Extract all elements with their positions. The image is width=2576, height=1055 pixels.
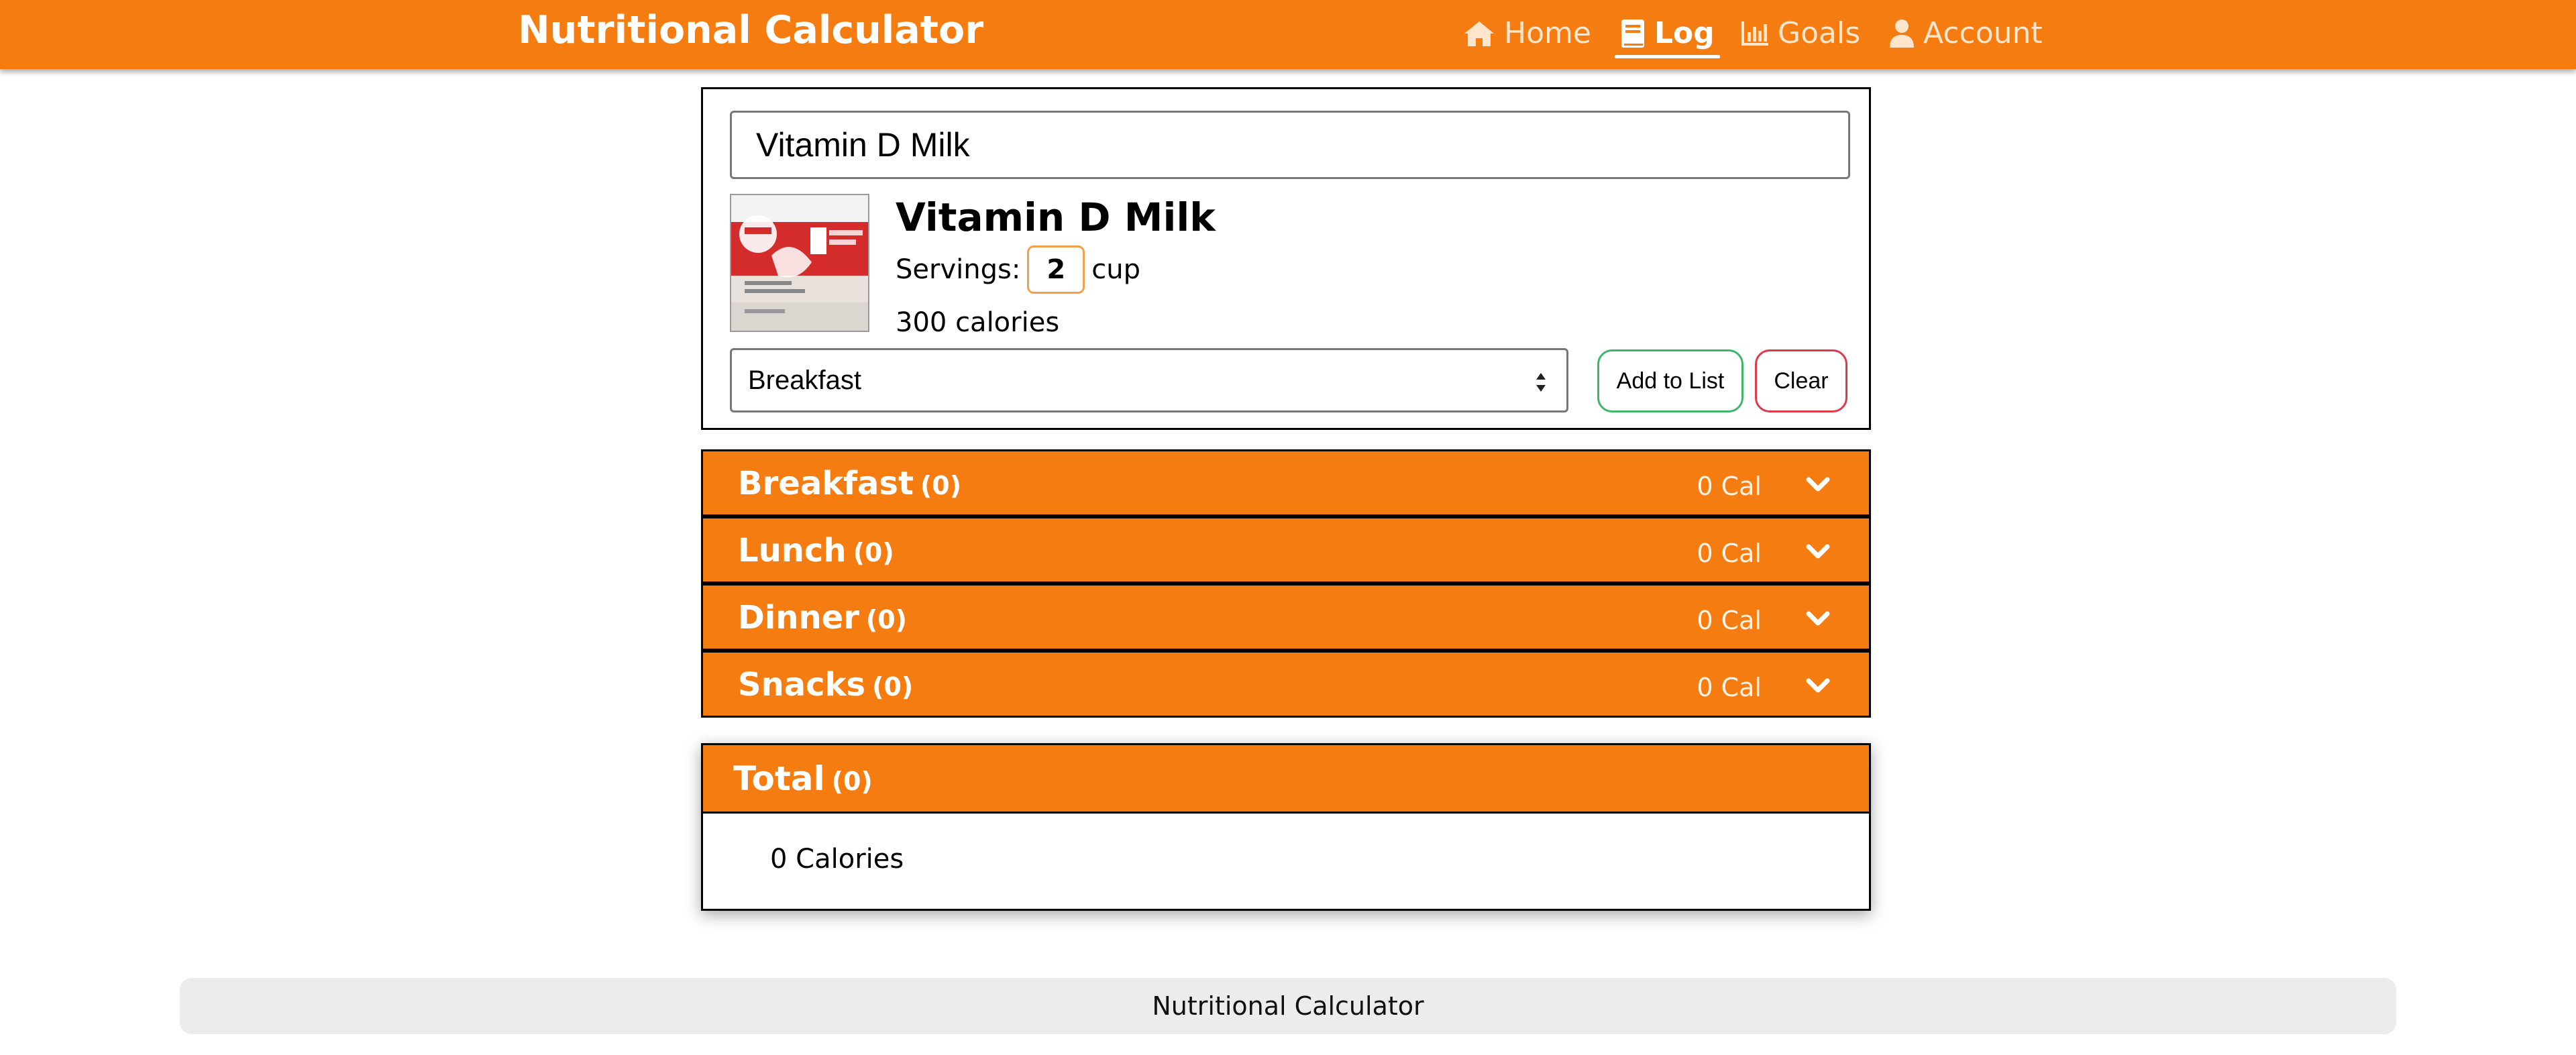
total-calories: 0 Calories xyxy=(770,844,904,875)
food-search-input[interactable] xyxy=(730,111,1850,179)
footer: Nutritional Calculator xyxy=(180,978,2396,1034)
footer-text: Nutritional Calculator xyxy=(1152,991,1424,1021)
nav-label-account: Account xyxy=(1923,16,2043,50)
meal-name: Snacks xyxy=(738,666,866,704)
meal-count: (0) xyxy=(872,672,914,702)
meal-section-lunch[interactable]: Lunch (0) 0 Cal xyxy=(701,516,1871,584)
total-card: Total (0) 0 Calories xyxy=(701,743,1871,911)
select-arrows-icon xyxy=(1534,370,1548,394)
meal-section-breakfast[interactable]: Breakfast (0) 0 Cal xyxy=(701,449,1871,516)
clear-button[interactable]: Clear xyxy=(1755,349,1847,412)
servings-row: Servings: cup xyxy=(896,243,1140,296)
meal-select-value: Breakfast xyxy=(748,365,861,395)
meal-name: Dinner xyxy=(738,599,859,636)
meal-count: (0) xyxy=(853,538,894,567)
meal-header-dinner: Dinner (0) xyxy=(738,598,907,640)
bar-chart-icon xyxy=(1740,20,1770,47)
user-icon xyxy=(1888,18,1915,49)
total-header: Total (0) xyxy=(703,745,1869,814)
meal-count: (0) xyxy=(865,605,908,634)
nav-label-goals: Goals xyxy=(1778,16,1861,50)
meal-header-snacks: Snacks (0) xyxy=(738,665,913,707)
active-nav-indicator xyxy=(1615,55,1720,58)
meal-name: Breakfast xyxy=(738,465,914,502)
meal-header-breakfast: Breakfast (0) xyxy=(738,463,961,506)
meal-name: Lunch xyxy=(738,532,847,569)
nav-item-goals[interactable]: Goals xyxy=(1740,9,1860,58)
food-calories: 300 calories xyxy=(896,307,1060,338)
total-title-wrap: Total (0) xyxy=(733,759,873,801)
meal-header-lunch: Lunch (0) xyxy=(738,531,894,573)
home-icon xyxy=(1462,19,1496,48)
meal-calories: 0 Cal xyxy=(1697,606,1762,635)
food-name: Vitamin D Milk xyxy=(896,195,1216,240)
nav-label-home: Home xyxy=(1504,16,1591,50)
meal-calories: 0 Cal xyxy=(1697,539,1762,568)
total-title: Total xyxy=(733,759,825,798)
total-count: (0) xyxy=(831,767,873,796)
food-entry-card: Vitamin D Milk Servings: cup 300 calorie… xyxy=(701,87,1871,430)
servings-label: Servings: xyxy=(896,254,1021,285)
chevron-down-icon[interactable] xyxy=(1805,673,1831,700)
app-title[interactable]: Nutritional Calculator xyxy=(518,7,983,54)
chevron-down-icon[interactable] xyxy=(1805,471,1831,498)
meal-calories: 0 Cal xyxy=(1697,471,1762,501)
meal-section-snacks[interactable]: Snacks (0) 0 Cal xyxy=(701,651,1871,718)
food-thumbnail xyxy=(730,194,869,332)
navbar: Nutritional Calculator Home Log Goals Ac… xyxy=(0,0,2576,69)
meal-count: (0) xyxy=(920,471,962,500)
meal-section-dinner[interactable]: Dinner (0) 0 Cal xyxy=(701,584,1871,651)
servings-input[interactable] xyxy=(1027,245,1085,294)
add-to-list-button[interactable]: Add to List xyxy=(1597,349,1743,412)
nav-item-account[interactable]: Account xyxy=(1888,9,2043,58)
book-icon xyxy=(1619,18,1646,49)
meal-select[interactable]: Breakfast xyxy=(730,348,1568,412)
meal-calories: 0 Cal xyxy=(1697,673,1762,702)
chevron-down-icon[interactable] xyxy=(1805,539,1831,565)
chevron-down-icon[interactable] xyxy=(1805,606,1831,632)
nav-item-log[interactable]: Log xyxy=(1619,9,1715,58)
servings-unit: cup xyxy=(1091,254,1141,285)
nav-label-log: Log xyxy=(1654,16,1715,50)
nav-item-home[interactable]: Home xyxy=(1462,9,1591,58)
